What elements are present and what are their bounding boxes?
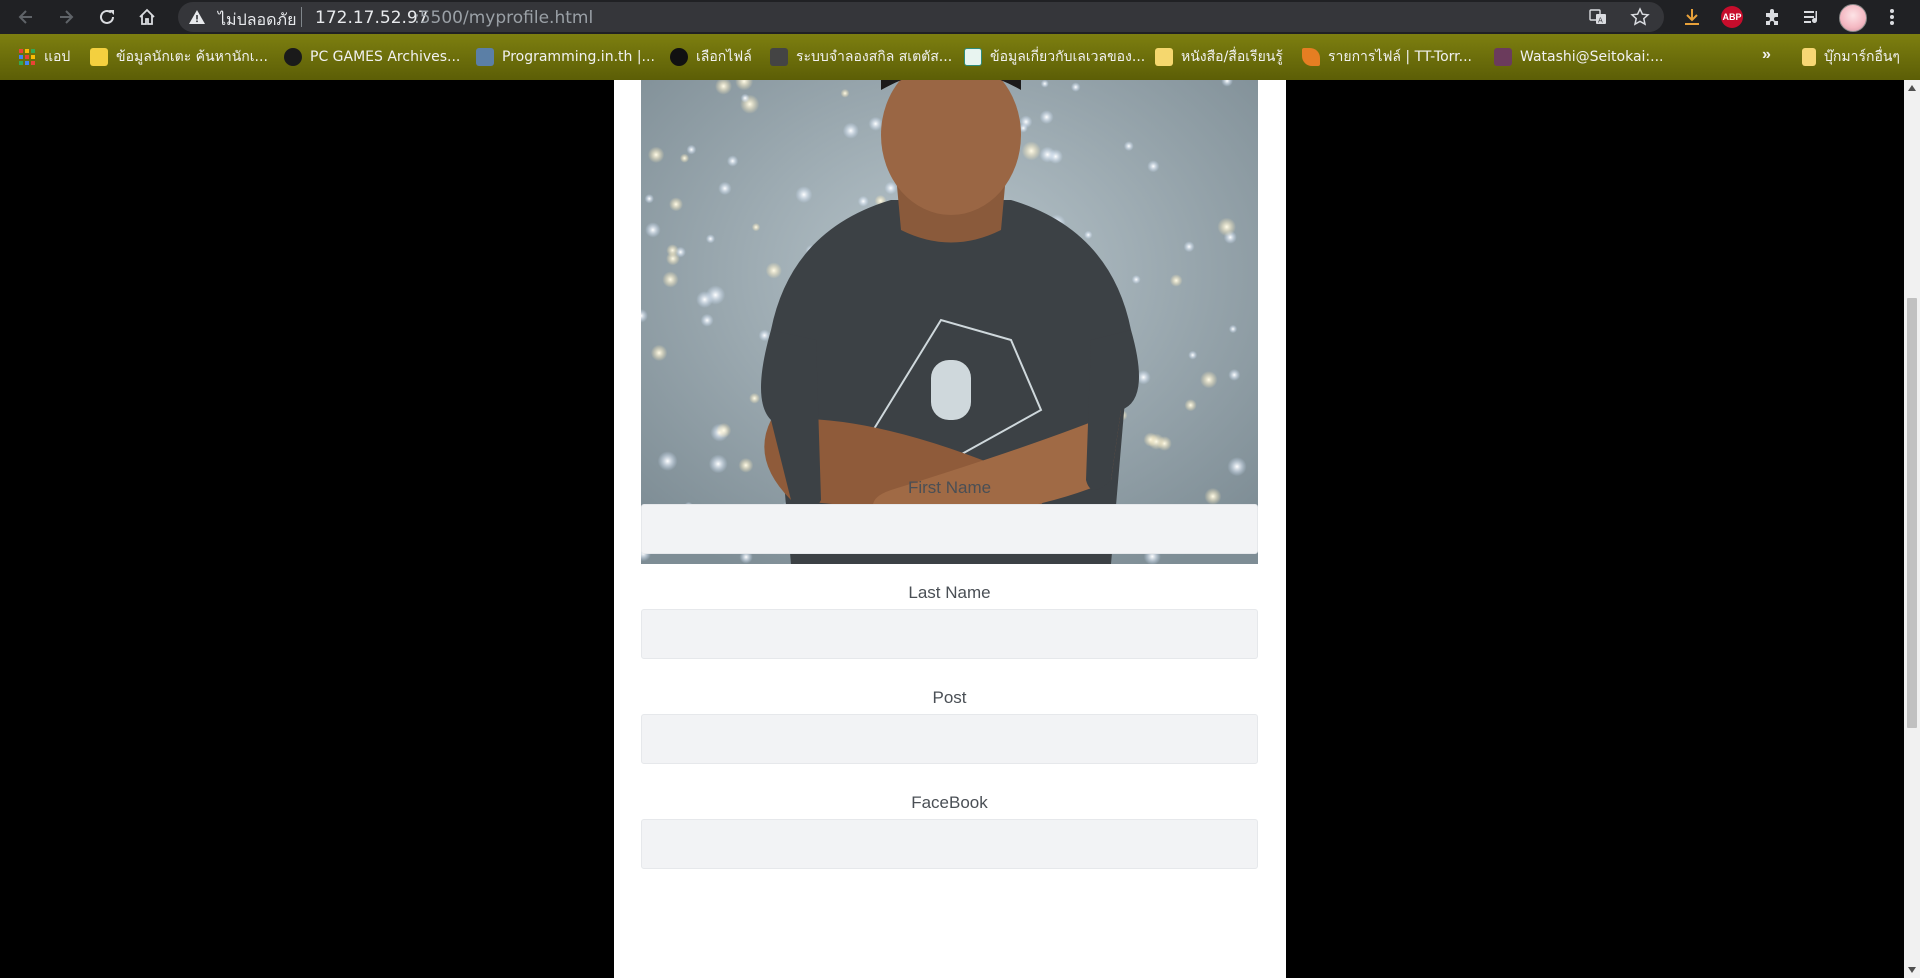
post-label: Post	[932, 688, 967, 707]
scroll-up-arrow-icon[interactable]	[1904, 80, 1920, 96]
reload-icon	[100, 9, 114, 24]
seitokai-icon	[1494, 48, 1512, 66]
bookmark-label: ข้อมูลเกี่ยวกับเลเวลของ...	[990, 49, 1146, 65]
reload-button[interactable]	[93, 4, 121, 30]
bookmark-label: บุ๊กมาร์กอื่นๆ	[1824, 49, 1900, 65]
bookmark-label: แอป	[44, 49, 71, 65]
facebook-input[interactable]	[641, 819, 1258, 869]
page-viewport: First Name Last Name Post FaceBook	[0, 80, 1904, 978]
browser-menu-button[interactable]	[1880, 5, 1904, 29]
bookmark-label: เลือกไฟล์	[696, 49, 752, 65]
bookmark-item[interactable]: เลือกไฟล์	[670, 46, 752, 68]
bookmark-item[interactable]: ข้อมูลเกี่ยวกับเลเวลของ...	[964, 46, 1145, 68]
url-path: :5500/myprofile.html	[414, 8, 594, 28]
bookmark-item[interactable]: ข้อมูลนักเตะ ค้นหานักเ...	[90, 46, 268, 68]
bookmark-label: ข้อมูลนักเตะ ค้นหานักเ...	[116, 49, 268, 65]
home-button[interactable]	[133, 4, 161, 30]
bookmark-label: Watashi@Seitokai:...	[1520, 49, 1664, 65]
last-name-label: Last Name	[908, 583, 991, 602]
facebook-label: FaceBook	[911, 793, 988, 812]
translate-icon[interactable]: A	[1588, 7, 1608, 27]
level-info-icon	[964, 48, 982, 66]
bookmarks-bar: แอป ข้อมูลนักเตะ ค้นหานักเ... PC GAMES A…	[0, 34, 1920, 80]
apps-grid-icon	[19, 49, 35, 65]
playlist-icon	[1804, 11, 1817, 23]
last-name-input[interactable]	[641, 609, 1258, 659]
adblock-extension-button[interactable]: ABP	[1720, 5, 1744, 29]
profile-card: First Name Last Name Post FaceBook	[614, 80, 1286, 978]
folder-icon	[1802, 48, 1816, 66]
tt-torrent-icon	[1302, 48, 1320, 66]
bookmark-item[interactable]: หนังสือ/สื่อเรียนรู้	[1155, 46, 1283, 68]
bookmark-apps[interactable]: แอป	[18, 46, 70, 68]
download-button[interactable]	[1680, 5, 1704, 29]
security-status-label[interactable]: ไม่ปลอดภัย	[218, 8, 296, 33]
url-host: 172.17.52.97	[315, 8, 429, 28]
bookmark-star-icon[interactable]	[1630, 7, 1650, 27]
pc-games-icon	[284, 48, 302, 66]
globe-icon	[670, 48, 688, 66]
bookmarks-overflow-button[interactable]: »	[1762, 46, 1771, 64]
scrollbar-thumb[interactable]	[1907, 298, 1917, 728]
avatar	[1839, 4, 1867, 32]
post-input[interactable]	[641, 714, 1258, 764]
books-icon	[1155, 48, 1173, 66]
page-scrollbar[interactable]	[1904, 80, 1920, 978]
browser-toolbar: ไม่ปลอดภัย 172.17.52.97 :5500/myprofile.…	[0, 0, 1920, 34]
first-name-input[interactable]	[641, 504, 1258, 554]
bookmark-label: PC GAMES Archives...	[310, 49, 461, 65]
bookmark-item[interactable]: PC GAMES Archives...	[284, 46, 460, 68]
bookmark-item[interactable]: รายการไฟล์ | TT-Torr...	[1302, 46, 1472, 68]
scroll-down-arrow-icon[interactable]	[1904, 962, 1920, 978]
bookmark-label: ระบบจำลองสกิล สเตตัส...	[796, 49, 953, 65]
arrow-right-icon	[60, 10, 74, 24]
back-button[interactable]	[12, 4, 40, 30]
media-control-button[interactable]	[1800, 5, 1824, 29]
bookmark-item[interactable]: Programming.in.th |...	[476, 46, 655, 68]
bookmark-item[interactable]: ระบบจำลองสกิล สเตตัส...	[770, 46, 952, 68]
bookmark-item[interactable]: Watashi@Seitokai:...	[1494, 46, 1664, 68]
puzzle-icon	[1766, 9, 1778, 25]
fifa-icon	[90, 48, 108, 66]
home-icon	[139, 8, 155, 25]
extensions-button[interactable]	[1760, 5, 1784, 29]
other-bookmarks-folder[interactable]: บุ๊กมาร์กอื่นๆ	[1802, 46, 1900, 68]
forward-button[interactable]	[52, 4, 80, 30]
warning-icon[interactable]	[188, 8, 206, 31]
programming-icon	[476, 48, 494, 66]
first-name-label: First Name	[907, 478, 992, 497]
bookmark-label: รายการไฟล์ | TT-Torr...	[1328, 49, 1472, 65]
address-bar[interactable]: ไม่ปลอดภัย 172.17.52.97 :5500/myprofile.…	[178, 2, 1664, 32]
download-icon	[1685, 9, 1699, 25]
abp-icon: ABP	[1721, 6, 1743, 28]
omnibox-divider	[301, 7, 302, 27]
skill-system-icon	[770, 48, 788, 66]
profile-avatar[interactable]	[1838, 3, 1868, 33]
bookmark-label: หนังสือ/สื่อเรียนรู้	[1181, 49, 1283, 65]
svg-text:A: A	[1598, 17, 1603, 25]
arrow-left-icon	[18, 10, 32, 24]
kebab-menu-icon	[1890, 9, 1894, 25]
bookmark-label: Programming.in.th |...	[502, 49, 655, 65]
